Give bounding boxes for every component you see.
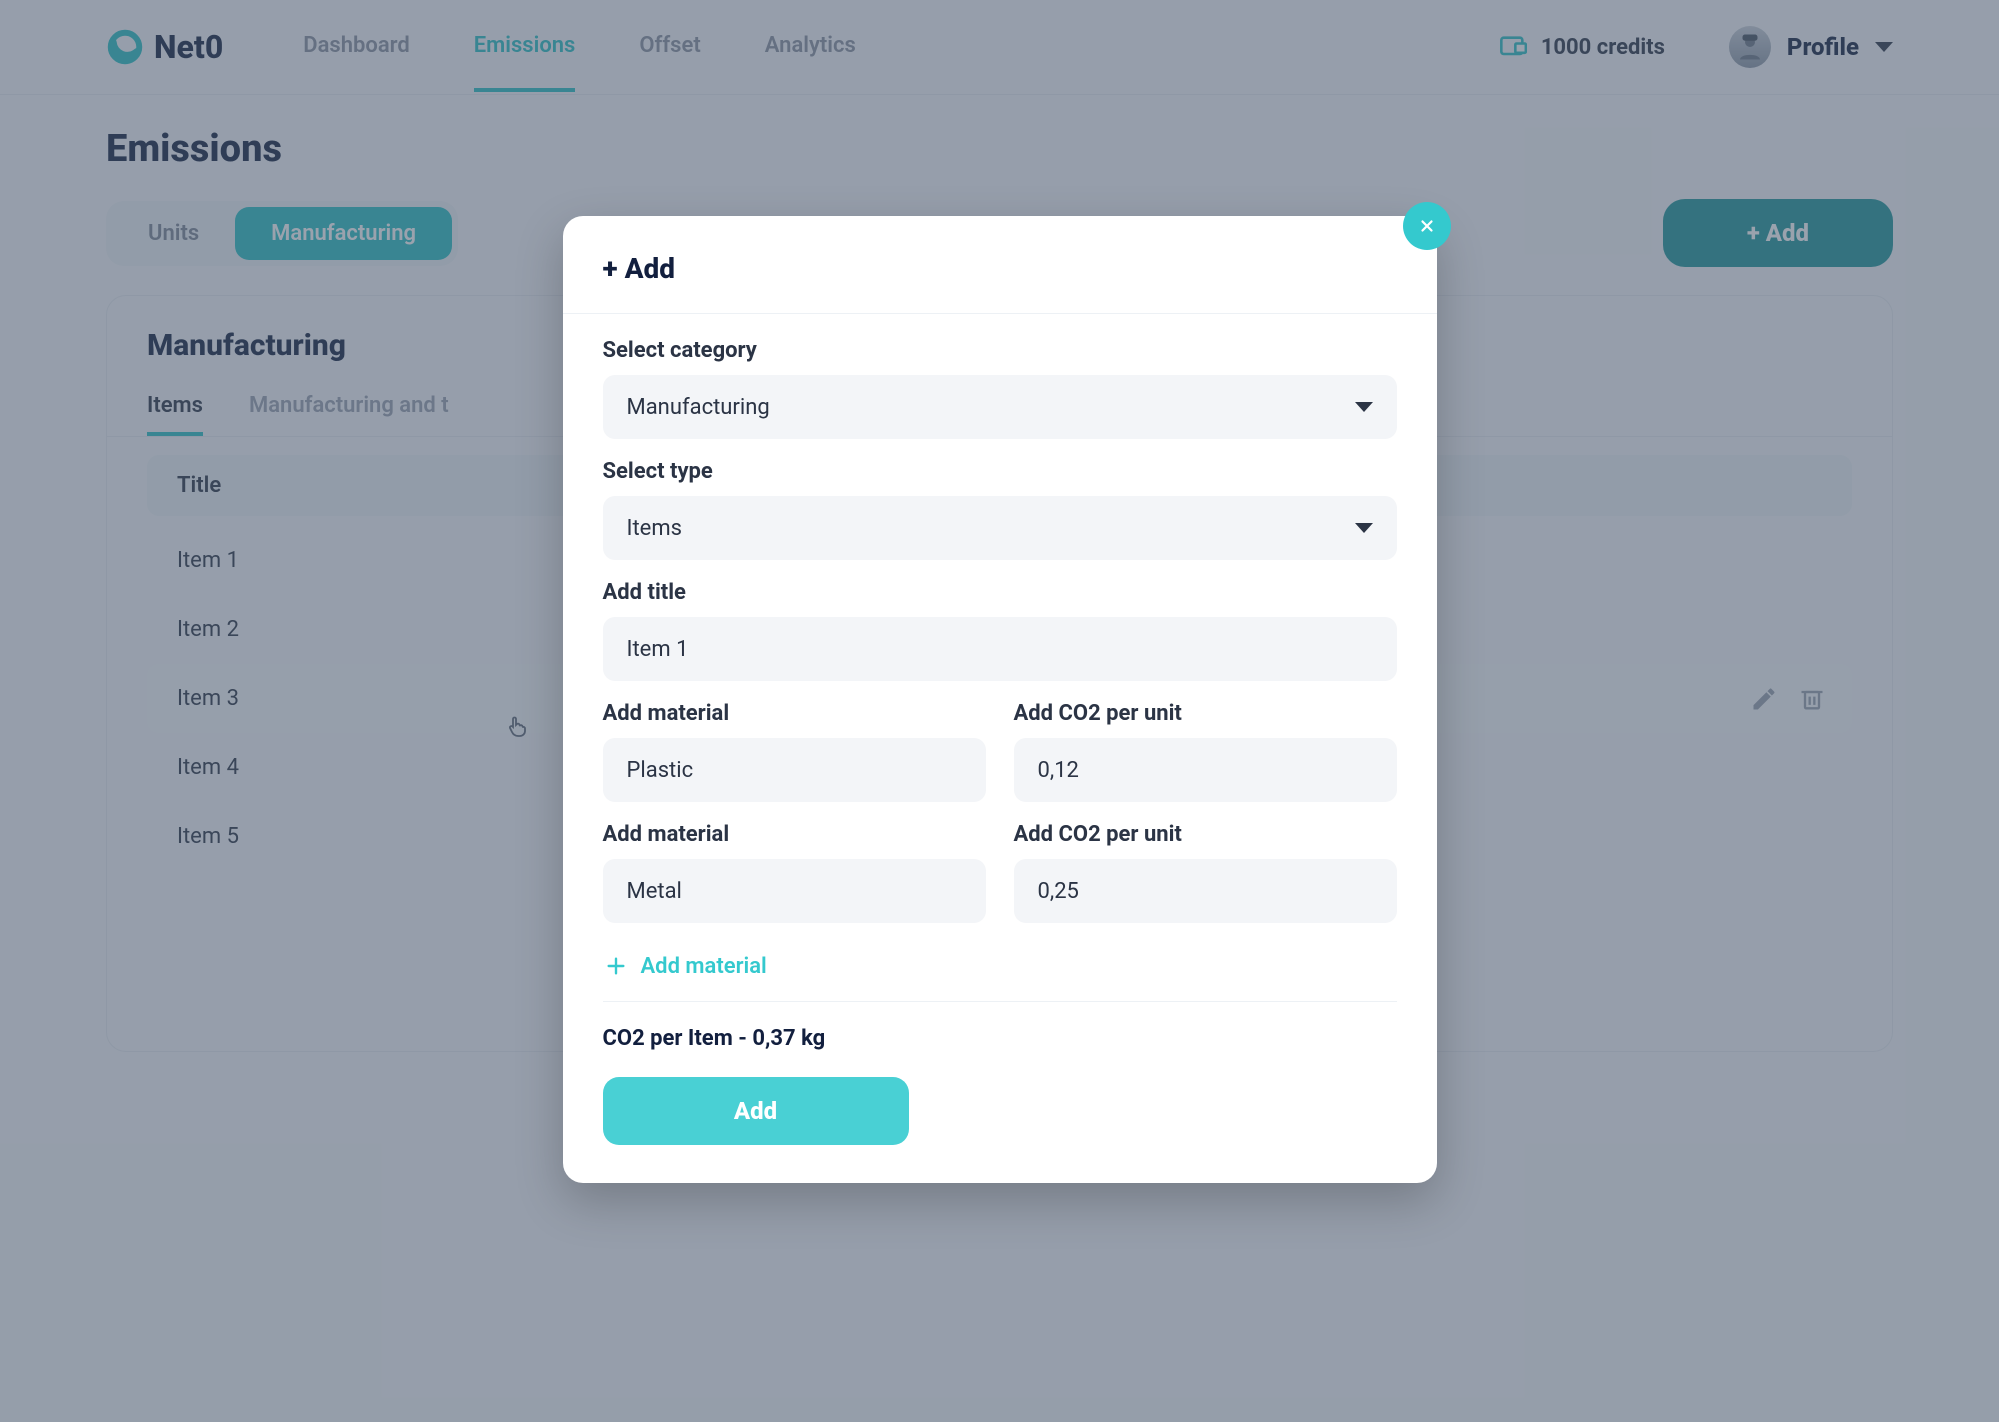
field-category: Select category Manufacturing: [603, 338, 1397, 439]
material-row-2: Add material Metal Add CO2 per unit 0,25: [603, 822, 1397, 943]
co2-value: 0,25: [1038, 879, 1079, 904]
co2-value: 0,12: [1038, 758, 1079, 783]
co2-input[interactable]: 0,12: [1014, 738, 1397, 802]
modal-overlay[interactable]: + Add Select category Manufacturing Sele…: [0, 0, 1999, 1422]
material-row-1: Add material Plastic Add CO2 per unit 0,…: [603, 701, 1397, 822]
add-material-button[interactable]: Add material: [603, 943, 1397, 1002]
type-value: Items: [627, 516, 683, 541]
submit-button[interactable]: Add: [603, 1077, 909, 1145]
material-input[interactable]: Plastic: [603, 738, 986, 802]
material-value: Plastic: [627, 758, 694, 783]
add-material-label: Add material: [641, 954, 767, 979]
title-input[interactable]: Item 1: [603, 617, 1397, 681]
material-input[interactable]: Metal: [603, 859, 986, 923]
title-value: Item 1: [627, 637, 689, 662]
field-type: Select type Items: [603, 459, 1397, 560]
material-value: Metal: [627, 879, 682, 904]
chevron-down-icon: [1355, 523, 1373, 533]
co2-total: CO2 per Item - 0,37 kg: [603, 1026, 1397, 1051]
plus-icon: [603, 953, 629, 979]
modal-title: + Add: [603, 252, 1397, 285]
co2-label: Add CO2 per unit: [1014, 701, 1397, 726]
material-label: Add material: [603, 822, 986, 847]
co2-input[interactable]: 0,25: [1014, 859, 1397, 923]
add-modal: + Add Select category Manufacturing Sele…: [563, 216, 1437, 1183]
chevron-down-icon: [1355, 402, 1373, 412]
modal-header: + Add: [563, 216, 1437, 314]
close-button[interactable]: [1403, 202, 1451, 250]
co2-label: Add CO2 per unit: [1014, 822, 1397, 847]
close-icon: [1418, 217, 1436, 235]
modal-body: Select category Manufacturing Select typ…: [563, 314, 1437, 1145]
material-label: Add material: [603, 701, 986, 726]
category-label: Select category: [603, 338, 1397, 363]
type-select[interactable]: Items: [603, 496, 1397, 560]
category-select[interactable]: Manufacturing: [603, 375, 1397, 439]
type-label: Select type: [603, 459, 1397, 484]
category-value: Manufacturing: [627, 395, 770, 420]
title-label: Add title: [603, 580, 1397, 605]
field-title: Add title Item 1: [603, 580, 1397, 681]
